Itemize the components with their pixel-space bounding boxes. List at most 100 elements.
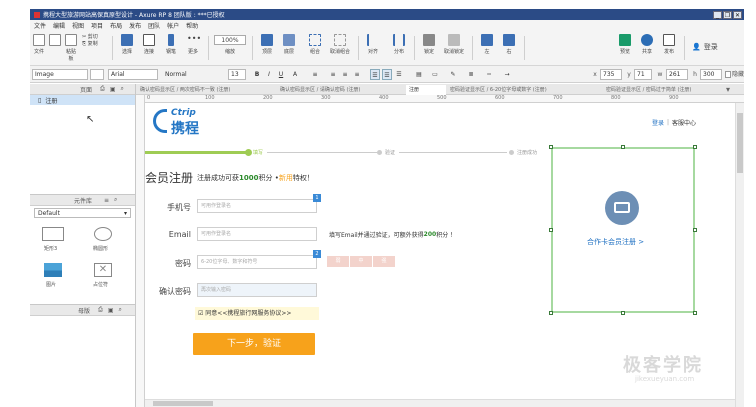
open-file-button[interactable]: [48, 34, 62, 48]
menu-help[interactable]: 帮助: [186, 21, 198, 30]
masters-search-icon[interactable]: ⌕: [119, 306, 122, 314]
ungroup-button[interactable]: 取消组合: [328, 34, 352, 55]
library-select[interactable]: Default ▾: [34, 208, 131, 218]
bold-button[interactable]: B: [252, 69, 262, 80]
menu-file[interactable]: 文件: [34, 21, 46, 30]
add-folder-icon[interactable]: ▣: [110, 86, 116, 93]
italic-button[interactable]: I: [264, 69, 274, 80]
scrollbar-thumb[interactable]: [153, 401, 213, 406]
align-middle-button[interactable]: ☰: [382, 69, 392, 80]
publish-button[interactable]: 发布: [660, 34, 678, 55]
library-ellipse-shape[interactable]: [94, 227, 112, 241]
bullet-list-button[interactable]: ≡: [310, 69, 320, 80]
design-canvas[interactable]: Ctrip 携程 登录 | 客服中心 填写 验证 注册成功 会员注册 注册成功可…: [145, 103, 735, 407]
resize-handle[interactable]: [549, 145, 553, 149]
preview-button[interactable]: 预览: [616, 34, 634, 55]
font-select[interactable]: Arial: [108, 69, 158, 80]
resize-handle[interactable]: [693, 145, 697, 149]
line-style-button[interactable]: ┅: [484, 69, 494, 80]
tab-register[interactable]: 注册: [406, 85, 446, 95]
align-left-button[interactable]: ≡: [328, 69, 338, 80]
page-item-register[interactable]: ▯ 注册: [30, 95, 135, 105]
pen-tool[interactable]: 钢笔: [162, 34, 180, 55]
library-image-icon[interactable]: [44, 263, 62, 277]
horizontal-scrollbar[interactable]: [145, 399, 735, 407]
resize-handle[interactable]: [621, 311, 625, 315]
maximize-button[interactable]: ❐: [723, 10, 732, 19]
resize-handle[interactable]: [693, 228, 697, 232]
top-service-link[interactable]: 客服中心: [672, 118, 696, 127]
menu-project[interactable]: 项目: [91, 21, 103, 30]
connect-tool[interactable]: 连接: [140, 34, 158, 55]
bring-to-front-button[interactable]: 顶层: [258, 34, 276, 55]
share-button[interactable]: 共享: [638, 34, 656, 55]
copy-button[interactable]: ⎘ 复制: [82, 41, 108, 48]
font-color-button[interactable]: A: [290, 69, 300, 80]
menu-publish[interactable]: 发布: [129, 21, 141, 30]
add-master-folder-icon[interactable]: ▣: [108, 307, 114, 314]
menu-view[interactable]: 视图: [72, 21, 84, 30]
phone-input[interactable]: 可用作登录名: [197, 199, 317, 213]
send-to-back-button[interactable]: 底层: [280, 34, 298, 55]
partner-card-widget[interactable]: 合作卡会员注册 >: [551, 147, 695, 313]
minimize-button[interactable]: _: [713, 10, 722, 19]
y-input[interactable]: 71: [634, 69, 652, 80]
login-button[interactable]: 👤 登录: [692, 42, 732, 52]
library-rectangle-shape[interactable]: [42, 227, 64, 241]
shadow-button[interactable]: ▭: [430, 69, 440, 80]
menu-team[interactable]: 团队: [148, 21, 160, 30]
paste-button[interactable]: 粘贴板: [64, 34, 78, 62]
add-master-icon[interactable]: ⎙: [98, 306, 103, 314]
menu-edit[interactable]: 编辑: [53, 21, 65, 30]
line-color-button[interactable]: ✎: [448, 69, 458, 80]
top-login-link[interactable]: 登录: [652, 118, 664, 127]
confirm-password-input[interactable]: 再次输入密码: [197, 283, 317, 297]
align-right-button[interactable]: ≡: [352, 69, 362, 80]
style-select[interactable]: Image: [32, 69, 88, 80]
left-button[interactable]: 左: [478, 34, 496, 55]
tabs-menu-icon[interactable]: ▾: [726, 85, 738, 95]
style-edit-button[interactable]: [90, 69, 104, 80]
menu-account[interactable]: 帐户: [167, 21, 179, 30]
scrollbar-thumb[interactable]: [737, 113, 743, 173]
underline-button[interactable]: U: [276, 69, 286, 80]
tab-confirm-prompt[interactable]: 确认密码显示区 / 请确认密码 (注册): [280, 85, 380, 95]
password-input[interactable]: 6-20位字母、数字和符号: [197, 255, 317, 269]
align-top-button[interactable]: ☰: [370, 69, 380, 80]
email-input[interactable]: 可用作登录名: [197, 227, 317, 241]
tab-password-length[interactable]: 密码验证显示区 / 6-20位字母或数字 (注册): [450, 85, 600, 95]
resize-handle[interactable]: [621, 145, 625, 149]
unlock-button[interactable]: 取消锁定: [442, 34, 466, 55]
align-bottom-button[interactable]: ☰: [394, 69, 404, 80]
search-icon[interactable]: ⌕: [121, 85, 124, 93]
right-button[interactable]: 右: [500, 34, 518, 55]
library-placeholder-icon[interactable]: ✕: [94, 263, 112, 277]
resize-handle[interactable]: [693, 311, 697, 315]
distribute-button[interactable]: 分布: [390, 34, 408, 55]
library-menu-icon[interactable]: ≡: [104, 197, 109, 204]
tab-confirm-mismatch[interactable]: 确认密码显示区 / 两次密码不一致 (注册): [140, 85, 250, 95]
more-tools-button[interactable]: ••• 更多: [184, 34, 202, 55]
library-search-icon[interactable]: ⌕: [114, 196, 117, 204]
arrow-style-button[interactable]: →: [502, 69, 512, 80]
new-file-button[interactable]: 文件: [32, 34, 46, 55]
weight-select[interactable]: Normal: [162, 69, 210, 80]
next-step-button[interactable]: 下一步，验证: [193, 333, 315, 355]
tab-password-simple[interactable]: 密码验证显示区 / 密码过于简单 (注册): [606, 85, 718, 95]
select-tool[interactable]: 选择: [118, 34, 136, 55]
agreement-checkbox[interactable]: ☑ 同意<<携程旅行网服务协议>>: [195, 307, 319, 320]
font-size-select[interactable]: 13: [228, 69, 246, 80]
fill-color-button[interactable]: ▤: [414, 69, 424, 80]
lock-button[interactable]: 锁定: [420, 34, 438, 55]
align-center-button[interactable]: ≡: [340, 69, 350, 80]
zoom-select[interactable]: 100%: [214, 35, 246, 45]
resize-handle[interactable]: [549, 228, 553, 232]
close-button[interactable]: ✕: [733, 10, 742, 19]
x-input[interactable]: 735: [600, 69, 622, 80]
menu-layout[interactable]: 布局: [110, 21, 122, 30]
resize-handle[interactable]: [549, 311, 553, 315]
cut-button[interactable]: ✂ 剪切: [82, 34, 108, 41]
align-button[interactable]: 对齐: [364, 34, 382, 55]
partner-card-link[interactable]: 合作卡会员注册 >: [587, 237, 644, 247]
group-button[interactable]: 组合: [306, 34, 324, 55]
